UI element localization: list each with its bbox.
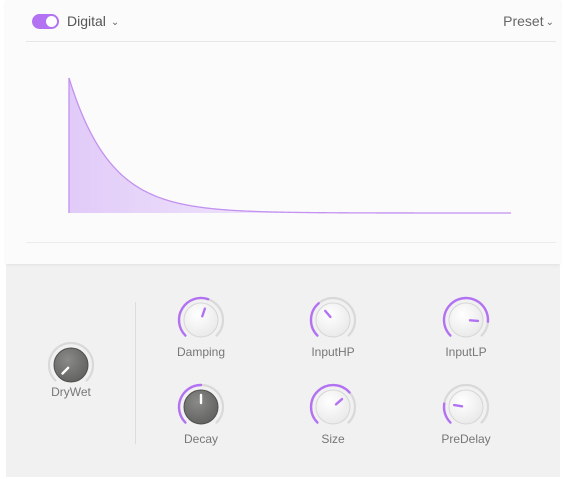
decay-knob-graphic xyxy=(177,383,225,425)
envelope-display-panel: Digital ⌄ Preset ⌄ xyxy=(6,0,560,264)
size-knob-graphic xyxy=(309,383,357,425)
controls-divider xyxy=(135,302,136,444)
inputlp-knob-indicator xyxy=(468,319,480,323)
drywet-label: DryWet xyxy=(51,385,91,399)
predelay-knob-indicator xyxy=(452,403,464,408)
damping-knob-graphic xyxy=(177,296,225,338)
drywet-knob-body xyxy=(53,347,89,383)
size-knob[interactable] xyxy=(308,382,358,432)
envelope-fill xyxy=(69,78,511,213)
size-label: Size xyxy=(321,432,345,446)
predelay-label: PreDelay xyxy=(441,432,491,446)
inputhp-label: InputHP xyxy=(311,345,355,359)
decay-knob[interactable] xyxy=(176,382,226,432)
inputhp-knob[interactable] xyxy=(308,295,358,345)
reverb-plugin: Digital ⌄ Preset ⌄ DryWet Damping InputH… xyxy=(6,0,560,477)
size-knob-body xyxy=(315,389,351,425)
inputlp-label: InputLP xyxy=(445,345,487,359)
inputlp-knob[interactable] xyxy=(441,295,491,345)
graph-baseline-divider xyxy=(26,242,556,243)
predelay-knob-graphic xyxy=(442,383,490,425)
decay-label: Decay xyxy=(183,432,218,446)
inputhp-knob-body xyxy=(315,302,351,338)
damping-label: Damping xyxy=(176,345,226,359)
drywet-knob-graphic xyxy=(47,341,95,383)
drywet-knob[interactable] xyxy=(46,340,96,390)
predelay-knob-body xyxy=(448,389,484,425)
damping-knob-body xyxy=(183,302,219,338)
inputhp-knob-graphic xyxy=(309,296,357,338)
inputlp-knob-graphic xyxy=(442,296,490,338)
damping-knob[interactable] xyxy=(176,295,226,345)
predelay-knob[interactable] xyxy=(441,382,491,432)
decay-envelope-graph xyxy=(68,77,511,214)
